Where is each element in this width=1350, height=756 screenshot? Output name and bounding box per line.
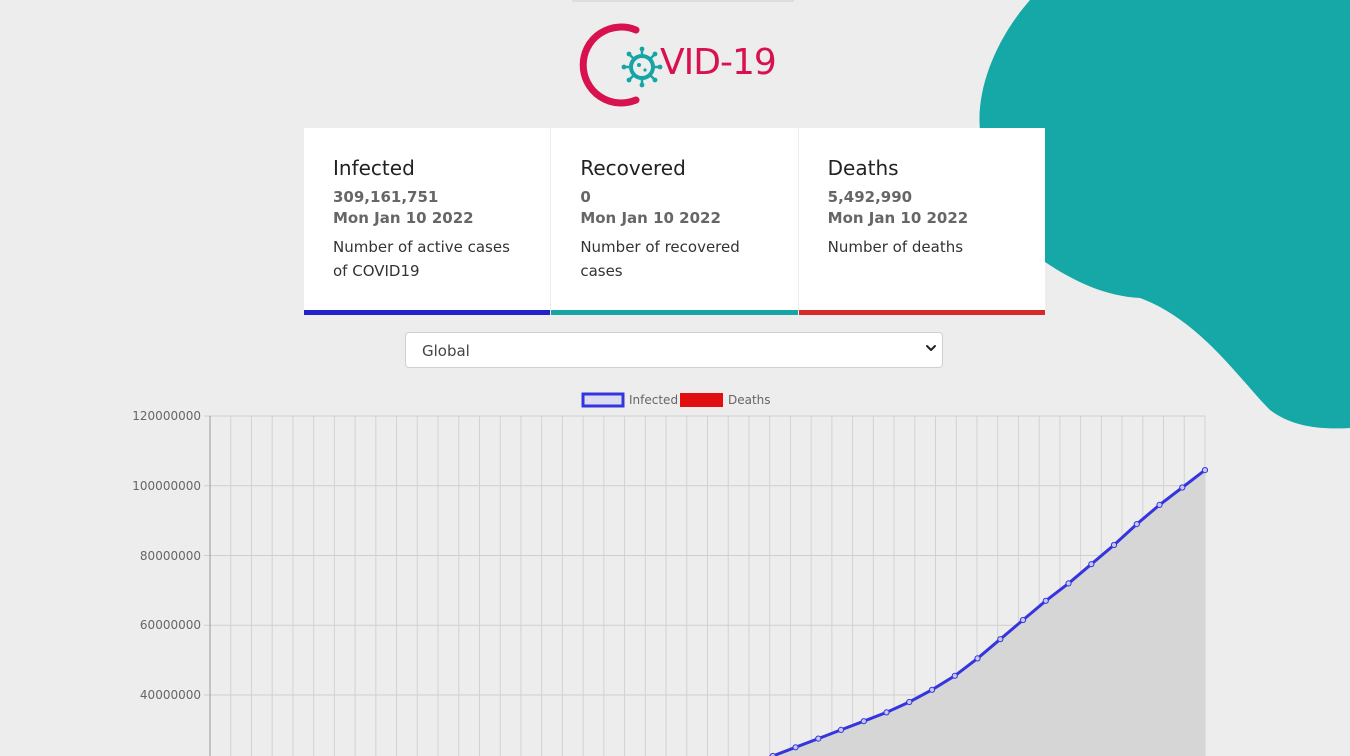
card-date: Mon Jan 10 2022	[827, 209, 969, 227]
legend: Infected Deaths	[581, 392, 771, 408]
data-point	[974, 655, 981, 662]
data-point	[997, 636, 1004, 643]
recovered-card: Recovered 0 Mon Jan 10 2022 Number of re…	[551, 128, 799, 315]
data-point	[1065, 580, 1072, 587]
card-title: Infected	[333, 156, 415, 180]
virus-icon	[621, 46, 663, 88]
infected-card: Infected 309,161,751 Mon Jan 10 2022 Num…	[304, 128, 552, 315]
data-point	[792, 744, 799, 751]
logo-c-arc	[579, 23, 640, 107]
card-color-bar	[551, 310, 798, 315]
card-color-bar	[304, 310, 551, 315]
card-date: Mon Jan 10 2022	[333, 209, 474, 227]
data-point	[1201, 467, 1209, 474]
infected-area	[750, 470, 1205, 756]
stats-cards: Infected 309,161,751 Mon Jan 10 2022 Num…	[304, 128, 1045, 315]
data-point	[951, 672, 958, 679]
card-description: Number of deaths	[827, 238, 964, 256]
card-date: Mon Jan 10 2022	[580, 209, 721, 227]
data-point	[928, 686, 936, 693]
data-point	[837, 726, 845, 733]
top-nav-sliver	[572, 0, 794, 2]
y-tick-label: 60000000	[140, 618, 201, 632]
cases-chart: Infected Deaths 120000000 100000000 8000…	[132, 392, 1209, 756]
card-description: Number of recovered cases	[580, 238, 740, 280]
data-point	[1110, 541, 1118, 549]
card-title: Deaths	[827, 156, 899, 180]
y-tick-label: 40000000	[140, 688, 201, 702]
data-point	[1042, 597, 1049, 604]
country-select[interactable]: Global	[405, 332, 943, 368]
card-color-bar	[798, 310, 1045, 315]
data-point	[883, 709, 890, 716]
card-number: 309,161,751	[333, 188, 439, 206]
logo-text: VID-19	[660, 42, 777, 83]
card-number: 0	[580, 188, 591, 206]
card-description: Number of active cases of COVID19	[333, 238, 510, 280]
y-axis-ticks: 120000000 100000000 80000000 60000000 40…	[132, 409, 201, 702]
legend-label-infected: Infected	[629, 393, 678, 407]
data-point	[1088, 561, 1095, 568]
y-tick-label: 80000000	[140, 549, 201, 563]
card-title: Recovered	[580, 156, 686, 180]
data-point	[1179, 484, 1186, 491]
data-point	[1156, 501, 1163, 509]
legend-label-deaths: Deaths	[728, 393, 771, 407]
chevron-down-icon	[926, 345, 936, 351]
country-select-value: Global	[422, 342, 470, 360]
data-point	[1133, 521, 1140, 528]
data-point	[815, 735, 822, 742]
legend-swatch-infected	[581, 392, 625, 408]
card-number: 5,492,990	[827, 188, 913, 206]
data-point	[860, 718, 867, 725]
y-tick-label: 120000000	[132, 409, 201, 423]
data-point	[1019, 616, 1027, 624]
y-tick-label: 100000000	[132, 479, 201, 493]
deaths-card: Deaths 5,492,990 Mon Jan 10 2022 Number …	[798, 128, 1045, 315]
data-point	[906, 698, 913, 706]
legend-swatch-deaths	[680, 393, 723, 407]
